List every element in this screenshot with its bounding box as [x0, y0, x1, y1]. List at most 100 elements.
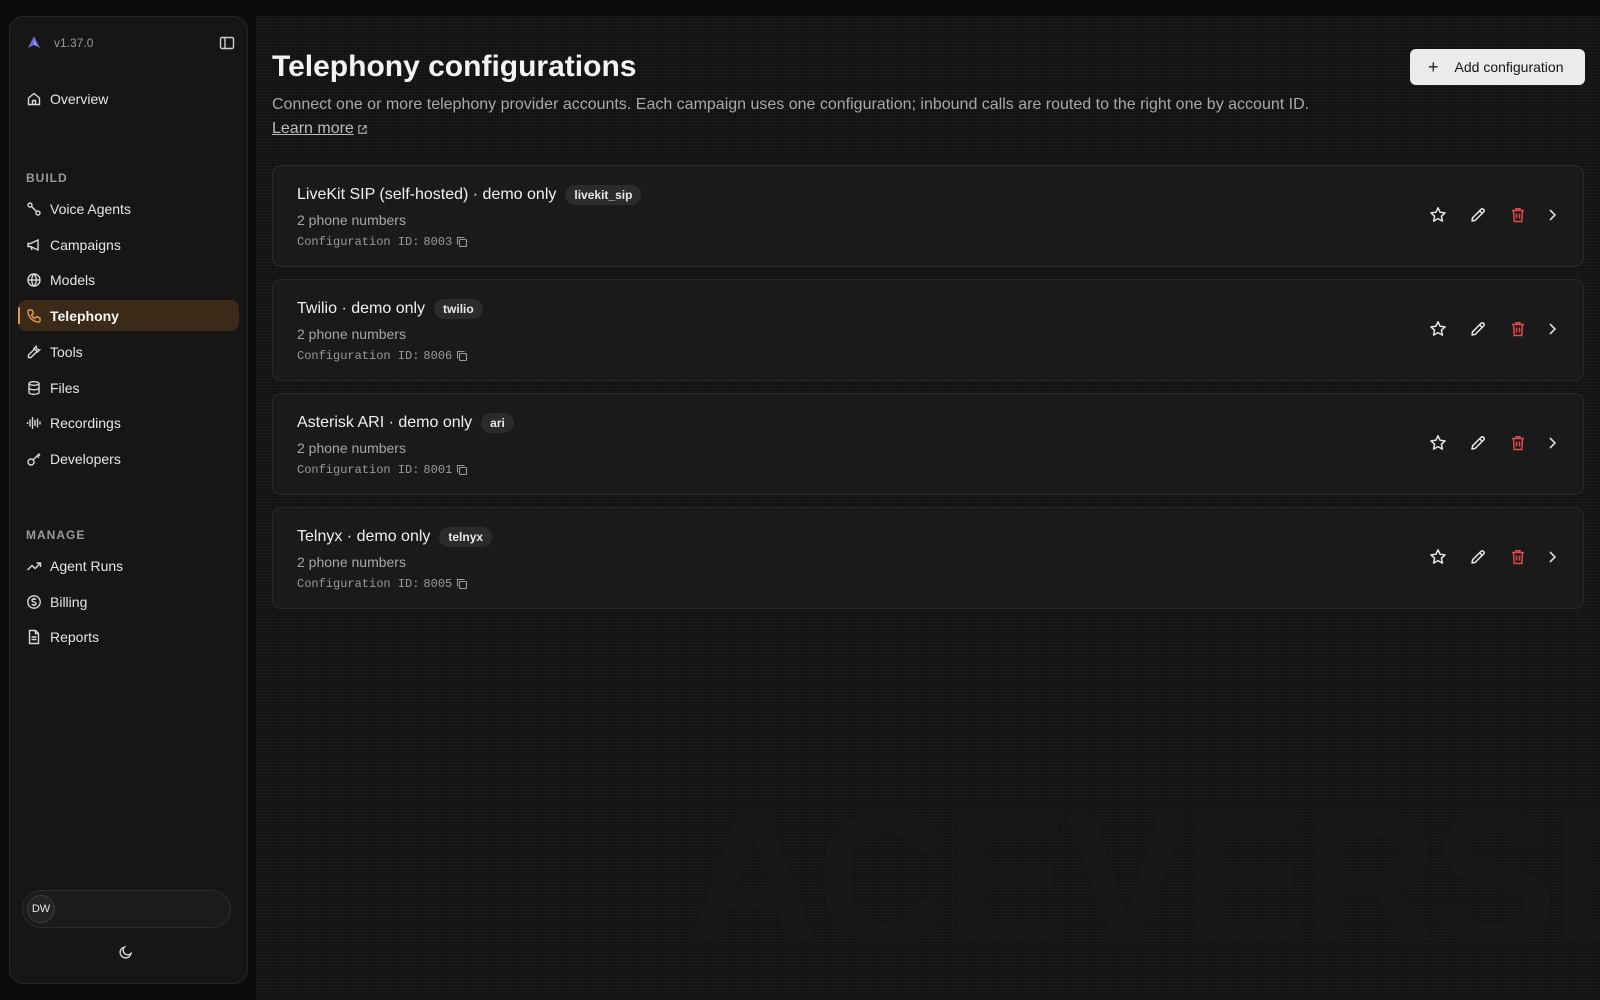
chevron-right-icon[interactable]: [1545, 548, 1559, 566]
delete-icon[interactable]: [1509, 206, 1527, 224]
star-icon[interactable]: [1429, 320, 1447, 338]
configuration-id-value: 8005: [423, 577, 453, 591]
app-logo-icon[interactable]: [26, 35, 42, 51]
configuration-id-label: Configuration ID:: [297, 349, 420, 363]
audio-waveform-icon: [26, 415, 42, 431]
sidebar-item-label: Developers: [50, 450, 121, 467]
section-label-manage: MANAGE: [26, 528, 86, 542]
sidebar-item-campaigns[interactable]: Campaigns: [18, 229, 239, 260]
configuration-id: Configuration ID: 8006: [297, 349, 468, 363]
card-actions: [1407, 206, 1559, 224]
avatar: DW: [27, 895, 55, 923]
provider-badge: ari: [481, 413, 514, 433]
copy-icon[interactable]: [456, 236, 468, 248]
configuration-name: Twilio · demo only: [297, 300, 426, 317]
configuration-id: Configuration ID: 8003: [297, 235, 468, 249]
provider-badge: livekit_sip: [565, 185, 642, 205]
sidebar-item-billing[interactable]: Billing: [18, 586, 239, 617]
sidebar-item-reports[interactable]: Reports: [18, 621, 239, 652]
learn-more-link[interactable]: Learn more: [272, 120, 368, 138]
edit-icon[interactable]: [1469, 320, 1487, 338]
delete-icon[interactable]: [1509, 320, 1527, 338]
sidebar-item-label: Overview: [50, 90, 109, 107]
delete-icon[interactable]: [1509, 548, 1527, 566]
add-configuration-label: Add configuration: [1454, 59, 1564, 75]
sidebar-item-label: Telephony: [50, 307, 119, 324]
chevron-right-icon[interactable]: [1545, 434, 1559, 452]
configuration-id-label: Configuration ID:: [297, 577, 420, 591]
wrench-icon: [26, 344, 42, 360]
route-icon: [26, 201, 42, 217]
megaphone-icon: [26, 237, 42, 253]
moon-icon[interactable]: [118, 944, 134, 960]
card-actions: [1407, 320, 1559, 338]
configuration-card[interactable]: Telnyx · demo only telnyx 2 phone number…: [272, 507, 1584, 609]
user-menu[interactable]: DW: [22, 890, 231, 928]
dollar-circle-icon: [26, 594, 42, 610]
external-link-icon: [357, 124, 368, 135]
configuration-id-label: Configuration ID:: [297, 235, 420, 249]
edit-icon[interactable]: [1469, 206, 1487, 224]
configuration-id: Configuration ID: 8005: [297, 577, 468, 591]
card-actions: [1407, 434, 1559, 452]
card-actions: [1407, 548, 1559, 566]
sidebar-item-overview[interactable]: Overview: [18, 83, 239, 114]
learn-more-label: Learn more: [272, 120, 354, 137]
sidebar-item-label: Models: [50, 271, 96, 288]
edit-icon[interactable]: [1469, 434, 1487, 452]
chevron-right-icon[interactable]: [1545, 320, 1559, 338]
page-title: Telephony configurations: [272, 50, 637, 83]
app-version: v1.37.0: [54, 36, 94, 50]
sidebar-item-telephony[interactable]: Telephony: [18, 300, 239, 331]
sidebar: v1.37.0 Overview BUILD Voice Agents Camp…: [9, 16, 248, 984]
section-label-build: BUILD: [26, 171, 68, 185]
configuration-name: Asterisk ARI · demo only: [297, 414, 473, 431]
configuration-id-value: 8001: [423, 463, 453, 477]
configuration-card[interactable]: Asterisk ARI · demo only ari 2 phone num…: [272, 393, 1584, 495]
add-configuration-button[interactable]: + Add configuration: [1410, 49, 1585, 85]
sidebar-item-label: Agent Runs: [50, 557, 124, 574]
sidebar-item-label: Reports: [50, 628, 100, 645]
configuration-id: Configuration ID: 8001: [297, 463, 468, 477]
sidebar-item-tools[interactable]: Tools: [18, 336, 239, 367]
star-icon[interactable]: [1429, 548, 1447, 566]
page-description: Connect one or more telephony provider a…: [272, 96, 1310, 113]
configuration-title: Telnyx · demo only telnyx: [297, 527, 493, 547]
star-icon[interactable]: [1429, 206, 1447, 224]
configuration-card[interactable]: LiveKit SIP (self-hosted) · demo only li…: [272, 165, 1584, 267]
chevron-right-icon[interactable]: [1545, 206, 1559, 224]
copy-icon[interactable]: [456, 464, 468, 476]
sidebar-item-label: Tools: [50, 343, 83, 360]
configuration-id-value: 8003: [423, 235, 453, 249]
sidebar-item-files[interactable]: Files: [18, 372, 239, 403]
sidebar-item-label: Billing: [50, 593, 88, 610]
phone-number-count: 2 phone numbers: [297, 212, 406, 228]
sidebar-item-agent-runs[interactable]: Agent Runs: [18, 550, 239, 581]
configuration-title: LiveKit SIP (self-hosted) · demo only li…: [297, 185, 642, 205]
configuration-card[interactable]: Twilio · demo only twilio 2 phone number…: [272, 279, 1584, 381]
provider-badge: twilio: [434, 299, 483, 319]
copy-icon[interactable]: [456, 350, 468, 362]
trending-up-icon: [26, 558, 42, 574]
watermark: ACEVERSE: [686, 775, 1600, 981]
star-icon[interactable]: [1429, 434, 1447, 452]
file-text-icon: [26, 629, 42, 645]
sidebar-item-models[interactable]: Models: [18, 264, 239, 295]
configuration-id-label: Configuration ID:: [297, 463, 420, 477]
sidebar-item-voice-agents[interactable]: Voice Agents: [18, 193, 239, 224]
phone-icon: [26, 308, 42, 324]
sidebar-item-label: Campaigns: [50, 236, 121, 253]
sidebar-item-label: Files: [50, 379, 80, 396]
sidebar-toggle-icon[interactable]: [219, 35, 235, 51]
database-icon: [26, 380, 42, 396]
configuration-name: LiveKit SIP (self-hosted) · demo only: [297, 186, 557, 203]
sidebar-item-recordings[interactable]: Recordings: [18, 407, 239, 438]
copy-icon[interactable]: [456, 578, 468, 590]
configuration-name: Telnyx · demo only: [297, 528, 431, 545]
configuration-title: Asterisk ARI · demo only ari: [297, 413, 514, 433]
edit-icon[interactable]: [1469, 548, 1487, 566]
sidebar-item-developers[interactable]: Developers: [18, 443, 239, 474]
delete-icon[interactable]: [1509, 434, 1527, 452]
home-icon: [26, 91, 42, 107]
provider-badge: telnyx: [439, 527, 493, 547]
